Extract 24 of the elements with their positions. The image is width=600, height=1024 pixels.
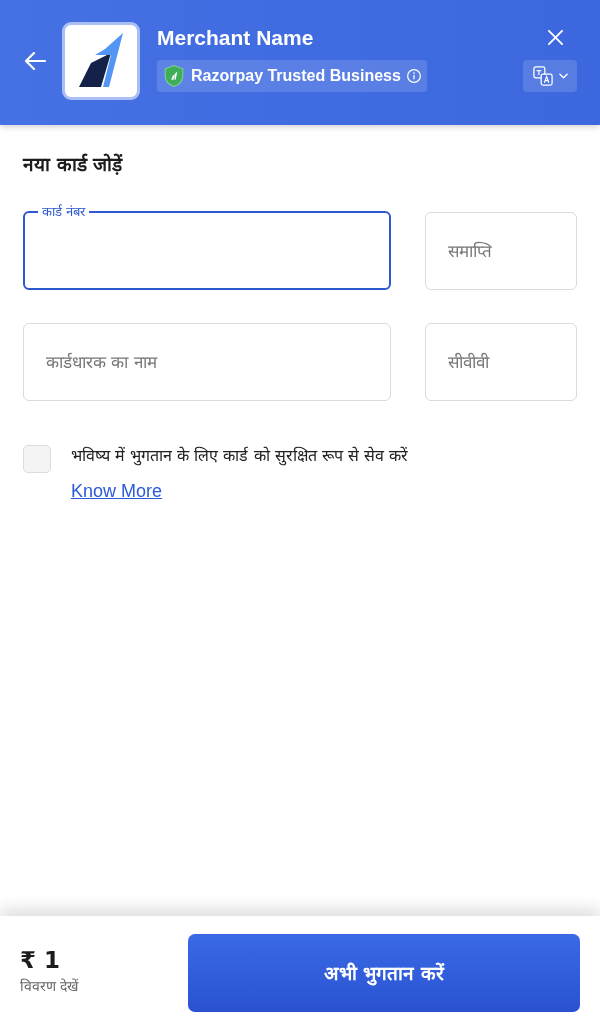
logo-icon: [62, 21, 140, 100]
save-card-checkbox[interactable]: [23, 445, 51, 473]
trust-badge-label: Razorpay Trusted Business: [191, 67, 401, 85]
trust-badge[interactable]: Razorpay Trusted Business: [157, 60, 427, 92]
pay-now-button[interactable]: अभी भुगतान करें: [188, 934, 580, 1012]
merchant-name: Merchant Name: [157, 25, 314, 51]
expiry-field[interactable]: समाप्ति: [425, 212, 577, 290]
form-title: नया कार्ड जोड़ें: [23, 152, 123, 177]
info-icon: [406, 69, 421, 83]
chevron-down-icon: [558, 73, 568, 79]
language-button[interactable]: [523, 60, 577, 92]
amount: ₹ 1: [20, 946, 60, 974]
close-icon: [548, 30, 563, 45]
cardholder-name-field[interactable]: कार्डधारक का नाम: [23, 323, 391, 401]
cvv-field[interactable]: सीवीवी: [425, 323, 577, 401]
close-button[interactable]: [548, 30, 563, 45]
back-button[interactable]: [22, 50, 48, 71]
view-details-link[interactable]: विवरण देखें: [20, 976, 79, 996]
save-card-label: भविष्य में भुगतान के लिए कार्ड को सुरक्षित रूप से सेव करें: [71, 445, 408, 468]
know-more-link[interactable]: Know More: [71, 479, 163, 503]
translate-icon: [532, 66, 553, 86]
shield-icon: [164, 65, 184, 87]
back-arrow-icon: [23, 51, 47, 70]
card-number-field[interactable]: कार्ड नंबर: [23, 205, 391, 290]
